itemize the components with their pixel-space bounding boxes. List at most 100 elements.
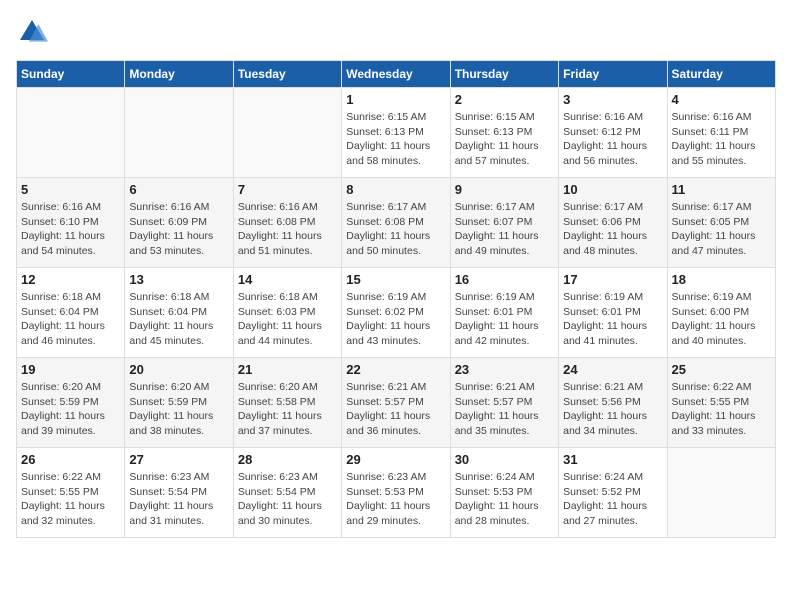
day-number: 24 — [563, 362, 662, 377]
day-number: 30 — [455, 452, 554, 467]
day-number: 27 — [129, 452, 228, 467]
day-cell — [233, 88, 341, 178]
day-cell: 30Sunrise: 6:24 AM Sunset: 5:53 PM Dayli… — [450, 448, 558, 538]
day-cell: 11 Sunrise: 6:17 AM Sunset: 6:05 PM Dayli… — [667, 178, 775, 268]
day-number: 8 — [346, 182, 445, 197]
day-number: 26 — [21, 452, 120, 467]
day-info: Sunrise: 6:15 AM Sunset: 6:13 PM Dayligh… — [346, 110, 445, 169]
day-number: 15 — [346, 272, 445, 287]
day-number: 5 — [21, 182, 120, 197]
day-cell: 10Sunrise: 6:17 AM Sunset: 6:06 PM Dayli… — [559, 178, 667, 268]
day-cell: 17 Sunrise: 6:19 AM Sunset: 6:01 PM Dayli… — [559, 268, 667, 358]
day-number: 17 — [563, 272, 662, 287]
day-info: Sunrise: 6:22 AM Sunset: 5:55 PM Dayligh… — [672, 380, 771, 439]
week-row-4: 19 Sunrise: 6:20 AM Sunset: 5:59 PM Dayli… — [17, 358, 776, 448]
day-cell: 8 Sunrise: 6:17 AM Sunset: 6:08 PM Daylig… — [342, 178, 450, 268]
day-info: Sunrise: 6:19 AM Sunset: 6:01 PM Dayligh… — [563, 290, 662, 349]
day-cell: 14 Sunrise: 6:18 AM Sunset: 6:03 PM Dayli… — [233, 268, 341, 358]
day-number: 16 — [455, 272, 554, 287]
day-cell: 9 Sunrise: 6:17 AM Sunset: 6:07 PM Daylig… — [450, 178, 558, 268]
day-info: Sunrise: 6:24 AM Sunset: 5:52 PM Dayligh… — [563, 470, 662, 529]
day-number: 20 — [129, 362, 228, 377]
day-cell: 31 Sunrise: 6:24 AM Sunset: 5:52 PM Dayli… — [559, 448, 667, 538]
day-cell: 3 Sunrise: 6:16 AM Sunset: 6:12 PM Daylig… — [559, 88, 667, 178]
day-cell: 29 Sunrise: 6:23 AM Sunset: 5:53 PM Dayli… — [342, 448, 450, 538]
day-info: Sunrise: 6:22 AM Sunset: 5:55 PM Dayligh… — [21, 470, 120, 529]
day-cell: 23 Sunrise: 6:21 AM Sunset: 5:57 PM Dayli… — [450, 358, 558, 448]
day-info: Sunrise: 6:17 AM Sunset: 6:08 PM Dayligh… — [346, 200, 445, 259]
day-number: 14 — [238, 272, 337, 287]
day-number: 18 — [672, 272, 771, 287]
day-info: Sunrise: 6:16 AM Sunset: 6:09 PM Dayligh… — [129, 200, 228, 259]
day-cell: 2Sunrise: 6:15 AM Sunset: 6:13 PM Daylig… — [450, 88, 558, 178]
day-info: Sunrise: 6:21 AM Sunset: 5:56 PM Dayligh… — [563, 380, 662, 439]
day-cell: 20Sunrise: 6:20 AM Sunset: 5:59 PM Dayli… — [125, 358, 233, 448]
day-cell: 13 Sunrise: 6:18 AM Sunset: 6:04 PM Dayli… — [125, 268, 233, 358]
day-number: 19 — [21, 362, 120, 377]
day-info: Sunrise: 6:21 AM Sunset: 5:57 PM Dayligh… — [455, 380, 554, 439]
day-cell: 6 Sunrise: 6:16 AM Sunset: 6:09 PM Daylig… — [125, 178, 233, 268]
day-number: 11 — [672, 182, 771, 197]
week-row-3: 12 Sunrise: 6:18 AM Sunset: 6:04 PM Dayli… — [17, 268, 776, 358]
day-info: Sunrise: 6:23 AM Sunset: 5:54 PM Dayligh… — [129, 470, 228, 529]
day-cell — [17, 88, 125, 178]
day-number: 23 — [455, 362, 554, 377]
day-info: Sunrise: 6:19 AM Sunset: 6:02 PM Dayligh… — [346, 290, 445, 349]
day-number: 25 — [672, 362, 771, 377]
col-header-monday: Monday — [125, 61, 233, 88]
day-number: 29 — [346, 452, 445, 467]
week-row-1: 1 Sunrise: 6:15 AM Sunset: 6:13 PM Daylig… — [17, 88, 776, 178]
day-cell: 19 Sunrise: 6:20 AM Sunset: 5:59 PM Dayli… — [17, 358, 125, 448]
page-header — [16, 16, 776, 48]
day-info: Sunrise: 6:16 AM Sunset: 6:08 PM Dayligh… — [238, 200, 337, 259]
day-number: 13 — [129, 272, 228, 287]
week-row-5: 26 Sunrise: 6:22 AM Sunset: 5:55 PM Dayli… — [17, 448, 776, 538]
col-header-tuesday: Tuesday — [233, 61, 341, 88]
day-cell: 24 Sunrise: 6:21 AM Sunset: 5:56 PM Dayli… — [559, 358, 667, 448]
day-info: Sunrise: 6:18 AM Sunset: 6:03 PM Dayligh… — [238, 290, 337, 349]
col-header-sunday: Sunday — [17, 61, 125, 88]
day-info: Sunrise: 6:16 AM Sunset: 6:11 PM Dayligh… — [672, 110, 771, 169]
day-info: Sunrise: 6:23 AM Sunset: 5:53 PM Dayligh… — [346, 470, 445, 529]
day-number: 9 — [455, 182, 554, 197]
day-info: Sunrise: 6:20 AM Sunset: 5:58 PM Dayligh… — [238, 380, 337, 439]
day-info: Sunrise: 6:17 AM Sunset: 6:05 PM Dayligh… — [672, 200, 771, 259]
day-cell: 7 Sunrise: 6:16 AM Sunset: 6:08 PM Daylig… — [233, 178, 341, 268]
day-info: Sunrise: 6:21 AM Sunset: 5:57 PM Dayligh… — [346, 380, 445, 439]
day-cell: 26 Sunrise: 6:22 AM Sunset: 5:55 PM Dayli… — [17, 448, 125, 538]
day-info: Sunrise: 6:17 AM Sunset: 6:07 PM Dayligh… — [455, 200, 554, 259]
day-cell: 12 Sunrise: 6:18 AM Sunset: 6:04 PM Dayli… — [17, 268, 125, 358]
logo-icon — [16, 16, 48, 48]
day-info: Sunrise: 6:16 AM Sunset: 6:12 PM Dayligh… — [563, 110, 662, 169]
day-cell — [667, 448, 775, 538]
day-number: 21 — [238, 362, 337, 377]
day-cell: 16Sunrise: 6:19 AM Sunset: 6:01 PM Dayli… — [450, 268, 558, 358]
day-cell: 18 Sunrise: 6:19 AM Sunset: 6:00 PM Dayli… — [667, 268, 775, 358]
week-row-2: 5 Sunrise: 6:16 AM Sunset: 6:10 PM Daylig… — [17, 178, 776, 268]
day-number: 6 — [129, 182, 228, 197]
day-info: Sunrise: 6:17 AM Sunset: 6:06 PM Dayligh… — [563, 200, 662, 259]
day-cell: 5 Sunrise: 6:16 AM Sunset: 6:10 PM Daylig… — [17, 178, 125, 268]
day-info: Sunrise: 6:16 AM Sunset: 6:10 PM Dayligh… — [21, 200, 120, 259]
day-number: 7 — [238, 182, 337, 197]
day-info: Sunrise: 6:20 AM Sunset: 5:59 PM Dayligh… — [21, 380, 120, 439]
day-number: 1 — [346, 92, 445, 107]
logo — [16, 16, 54, 48]
day-cell: 1 Sunrise: 6:15 AM Sunset: 6:13 PM Daylig… — [342, 88, 450, 178]
day-info: Sunrise: 6:18 AM Sunset: 6:04 PM Dayligh… — [21, 290, 120, 349]
day-cell: 28Sunrise: 6:23 AM Sunset: 5:54 PM Dayli… — [233, 448, 341, 538]
col-header-saturday: Saturday — [667, 61, 775, 88]
day-cell: 15 Sunrise: 6:19 AM Sunset: 6:02 PM Dayli… — [342, 268, 450, 358]
day-number: 3 — [563, 92, 662, 107]
day-cell: 4 Sunrise: 6:16 AM Sunset: 6:11 PM Daylig… — [667, 88, 775, 178]
day-number: 12 — [21, 272, 120, 287]
day-number: 4 — [672, 92, 771, 107]
day-info: Sunrise: 6:15 AM Sunset: 6:13 PM Dayligh… — [455, 110, 554, 169]
col-header-friday: Friday — [559, 61, 667, 88]
day-number: 22 — [346, 362, 445, 377]
day-number: 31 — [563, 452, 662, 467]
day-info: Sunrise: 6:19 AM Sunset: 6:00 PM Dayligh… — [672, 290, 771, 349]
day-info: Sunrise: 6:23 AM Sunset: 5:54 PM Dayligh… — [238, 470, 337, 529]
day-info: Sunrise: 6:18 AM Sunset: 6:04 PM Dayligh… — [129, 290, 228, 349]
day-cell: 21 Sunrise: 6:20 AM Sunset: 5:58 PM Dayli… — [233, 358, 341, 448]
